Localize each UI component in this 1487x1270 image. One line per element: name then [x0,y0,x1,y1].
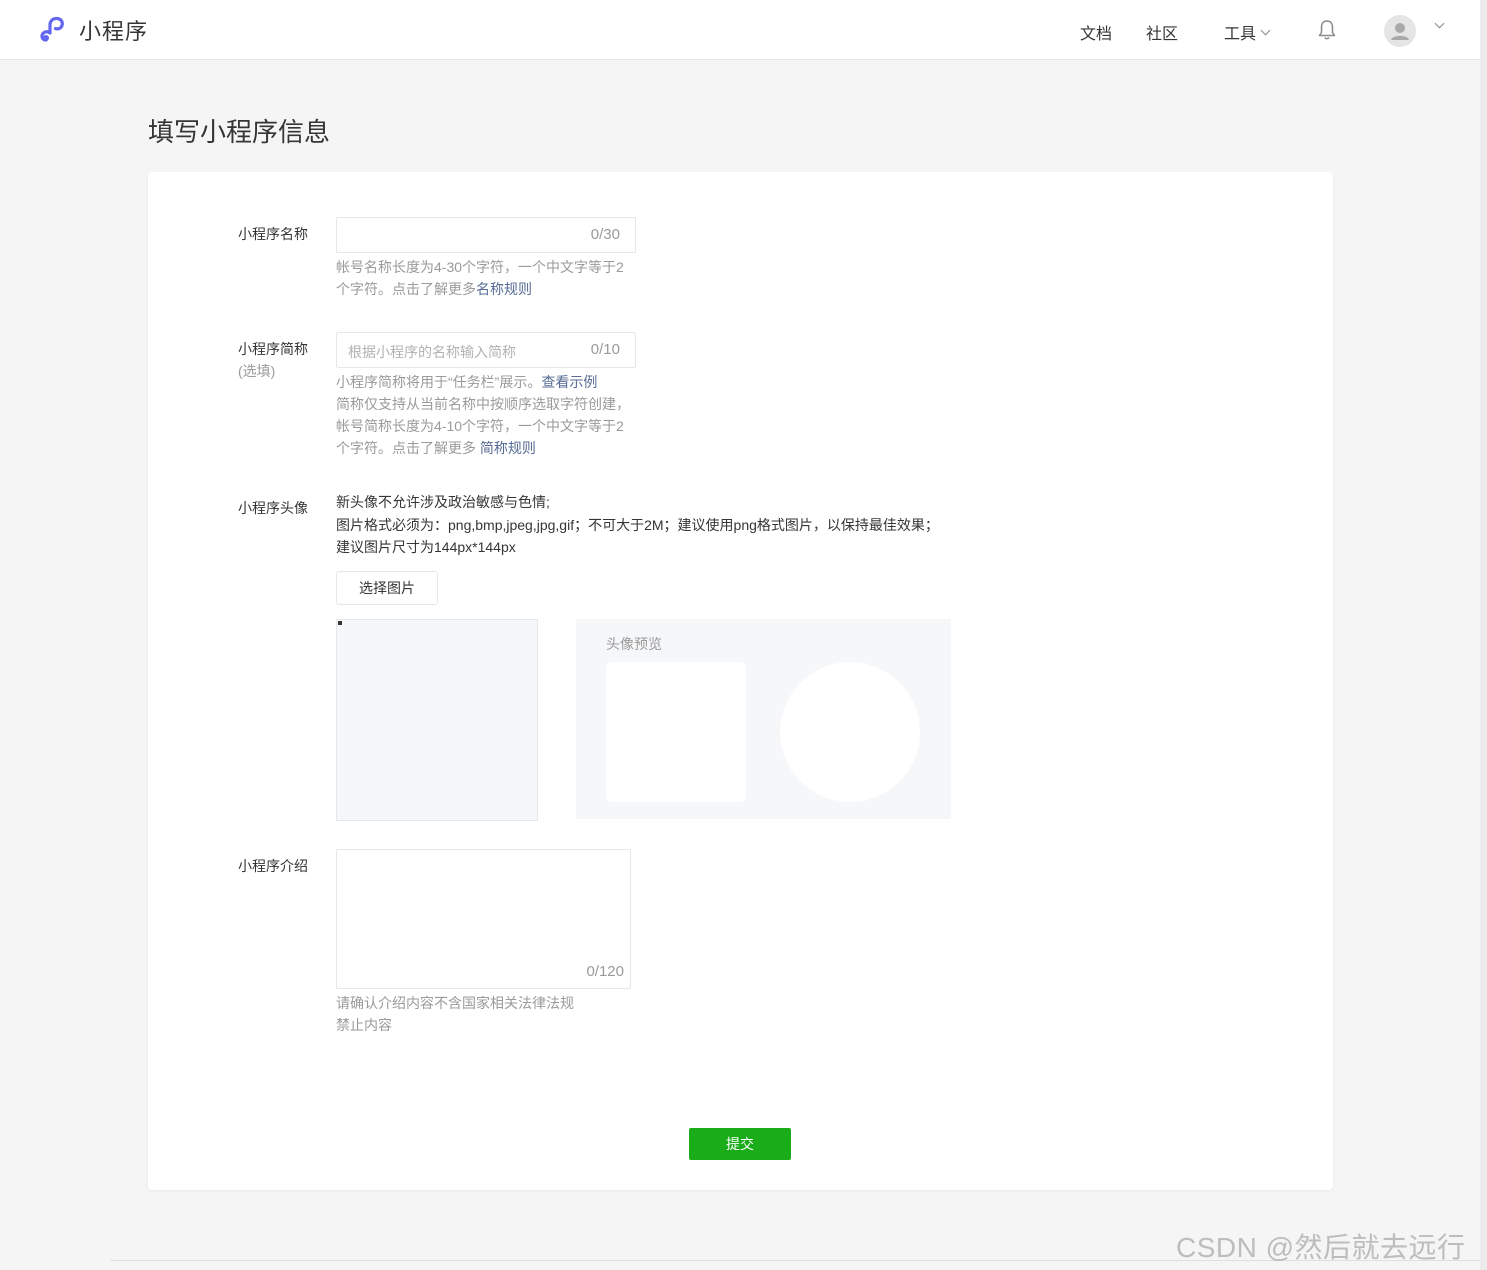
intro-tip: 请确认介绍内容不含国家相关法律法规禁止内容 [336,995,574,1033]
mini-program-logo-icon [40,16,64,42]
avatar-desc-line1: 新头像不允许涉及政治敏感与色情; [336,494,550,510]
logo[interactable]: 小程序 [38,14,148,46]
bell-icon[interactable] [1316,18,1338,42]
page-title: 填写小程序信息 [148,117,331,147]
crop-handle[interactable] [338,621,342,625]
name-counter: 0/30 [590,226,620,243]
image-crop-area[interactable] [336,619,538,821]
account-menu-chevron-icon[interactable] [1434,18,1445,29]
name-tip: 帐号名称长度为4-30个字符，一个中文字等于2个字符。点击了解更多名称规则 [336,256,636,300]
avatar-description: 新头像不允许涉及政治敏感与色情; 图片格式必须为：png,bmp,jpeg,jp… [336,491,946,559]
short-name-tip-line3: 帐号简称长度为4-10个字符，一个中文字等于2 [336,418,624,434]
view-example-link[interactable]: 查看示例 [541,374,597,390]
avatar-preview: 头像预览 [576,619,951,819]
short-name-tip-line1: 小程序简称将用于“任务栏”展示。 [336,374,542,390]
avatar-preview-circle [780,662,920,802]
short-name-label: 小程序简称 [238,341,308,357]
avatar-preview-title: 头像预览 [606,636,662,652]
app-title: 小程序 [79,19,149,44]
intro-counter: 0/120 [586,963,624,980]
short-name-counter: 0/10 [590,341,620,358]
short-name-optional: (选填) [238,363,276,379]
short-name-placeholder: 根据小程序的名称输入简称 [348,344,516,360]
nav-community-link[interactable]: 社区 [1146,20,1178,44]
intro-label: 小程序介绍 [238,858,308,874]
submit-button[interactable]: 提交 [689,1128,791,1160]
user-avatar[interactable] [1384,15,1416,47]
avatar-desc-line2: 图片格式必须为：png,bmp,jpeg,jpg,gif；不可大于2M；建议使用… [336,516,939,556]
watermark: CSDN @然后就去远行吧 [1176,1232,1466,1263]
short-name-input[interactable]: 根据小程序的名称输入简称 0/10 [336,332,636,368]
short-name-tip-line2: 简称仅支持从当前名称中按顺序选取字符创建， [336,396,630,412]
top-navbar: 小程序 文档 社区 工具 [0,0,1480,60]
nav-docs-link[interactable]: 文档 [1080,20,1112,44]
chevron-down-icon [1260,25,1271,35]
name-label: 小程序名称 [238,226,308,242]
short-name-rules-link[interactable]: 简称规则 [480,440,536,456]
intro-textarea[interactable]: 0/120 [336,849,631,989]
nav-tools-label: 工具 [1224,26,1257,43]
avatar-preview-square [606,662,746,802]
user-icon [1391,23,1409,40]
avatar-label: 小程序头像 [238,500,308,516]
name-input[interactable]: 0/30 [336,217,636,253]
short-name-tip: 小程序简称将用于“任务栏”展示。查看示例 简称仅支持从当前名称中按顺序选取字符创… [336,371,656,459]
short-name-tip-line4: 个字符。点击了解更多 [336,440,480,456]
name-rules-link[interactable]: 名称规则 [476,281,532,297]
scrollbar[interactable] [1480,0,1487,1270]
choose-image-button[interactable]: 选择图片 [336,571,438,605]
nav-tools-dropdown[interactable]: 工具 [1224,20,1271,44]
form-panel: 小程序名称 0/30 帐号名称长度为4-30个字符，一个中文字等于2个字符。点击… [148,172,1333,1190]
